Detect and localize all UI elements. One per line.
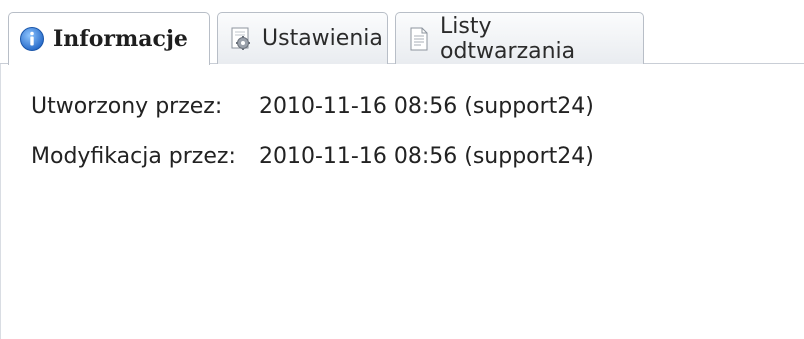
document-icon xyxy=(406,26,432,52)
modified-label: Modyfikacja przez: xyxy=(31,144,236,169)
info-icon xyxy=(19,26,45,52)
created-label: Utworzony przez: xyxy=(31,94,223,119)
created-value: 2010-11-16 08:56 (support24) xyxy=(259,94,594,119)
tab-label: Listy odtwarzania xyxy=(440,13,576,64)
tab-label: Ustawienia xyxy=(262,26,383,51)
created-row: Utworzony przez: 2010-11-16 08:56 (suppo… xyxy=(31,94,594,119)
tab-bar: Informacje Ustawienia Listy odtwarzania xyxy=(0,0,804,65)
info-content: Utworzony przez: 2010-11-16 08:56 (suppo… xyxy=(0,64,804,339)
tab-ustawienia[interactable]: Ustawienia xyxy=(217,12,388,64)
tab-listy-odtwarzania[interactable]: Listy odtwarzania xyxy=(395,12,644,64)
settings-gear-icon xyxy=(228,26,254,52)
modified-row: Modyfikacja przez: 2010-11-16 08:56 (sup… xyxy=(31,144,594,169)
details-panel: Informacje Ustawienia Listy odtwarzania … xyxy=(0,0,804,339)
tab-informacje[interactable]: Informacje xyxy=(8,12,210,65)
modified-value: 2010-11-16 08:56 (support24) xyxy=(259,144,594,169)
tab-label: Informacje xyxy=(53,26,188,52)
